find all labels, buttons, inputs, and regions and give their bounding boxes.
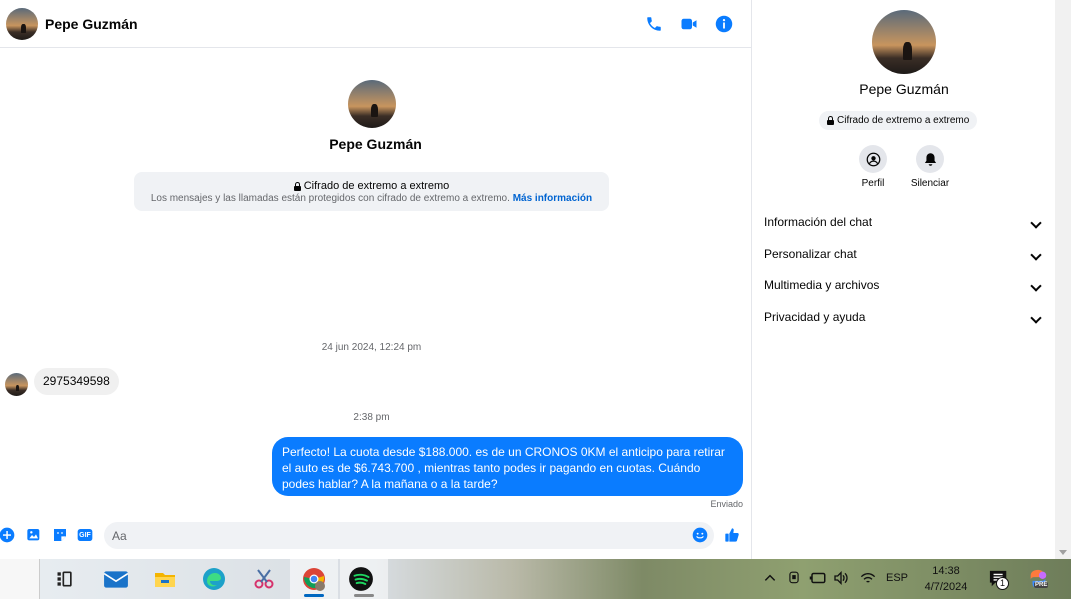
- gif-icon[interactable]: GIF: [76, 526, 94, 544]
- image-icon[interactable]: [25, 526, 43, 544]
- chevron-down-icon: [1030, 312, 1042, 324]
- profile-label: Perfil: [861, 178, 885, 189]
- contact-avatar[interactable]: [6, 8, 38, 40]
- panel-contact-name: Pepe Guzmán: [859, 81, 949, 97]
- chevron-down-icon: [1030, 249, 1042, 261]
- encryption-badge: Cifrado de extremo a extremo: [819, 111, 978, 130]
- lock-icon: [827, 116, 834, 125]
- conversation-details-panel: Pepe Guzmán Cifrado de extremo a extremo…: [751, 0, 1055, 559]
- copilot-icon[interactable]: PRE: [1027, 568, 1049, 593]
- battery-icon[interactable]: [809, 571, 827, 588]
- chrome-icon[interactable]: [300, 565, 328, 593]
- chevron-down-icon: [1030, 280, 1042, 292]
- message-input[interactable]: [104, 522, 714, 549]
- lock-icon: [293, 182, 301, 191]
- scroll-down-arrow[interactable]: [1059, 550, 1067, 555]
- bell-icon: [916, 145, 944, 173]
- encryption-title: Cifrado de extremo a extremo: [134, 180, 609, 192]
- chevron-down-icon: [1030, 217, 1042, 229]
- emoji-icon[interactable]: [691, 526, 709, 544]
- spotify-icon[interactable]: [347, 565, 375, 593]
- chat-header: Pepe Guzmán: [0, 0, 751, 48]
- system-clock[interactable]: 14:38 4/7/2024: [918, 563, 974, 595]
- contact-name[interactable]: Pepe Guzmán: [45, 16, 138, 32]
- page-scrollbar[interactable]: [1055, 0, 1071, 559]
- profile-icon: [859, 145, 887, 173]
- file-explorer-icon[interactable]: [151, 565, 179, 593]
- active-underline: [304, 594, 324, 597]
- thumbs-up-icon[interactable]: [723, 526, 741, 544]
- more-info-link[interactable]: Más información: [513, 193, 592, 204]
- language-indicator[interactable]: ESP: [886, 572, 908, 584]
- video-camera-icon[interactable]: [677, 12, 701, 36]
- speaker-icon[interactable]: [832, 570, 850, 589]
- message-timestamp: 2:38 pm: [353, 412, 390, 423]
- contact-avatar-large[interactable]: [348, 80, 396, 128]
- windows-taskbar: ESP 14:38 4/7/2024 1 PRE: [0, 559, 1071, 599]
- info-icon[interactable]: [712, 12, 736, 36]
- encryption-description: Los mensajes y las llamadas están proteg…: [150, 193, 593, 204]
- sticker-icon[interactable]: [51, 526, 69, 544]
- message-status: Enviado: [710, 499, 743, 509]
- sent-message[interactable]: Perfecto! La cuota desde $188.000. es de…: [272, 437, 743, 496]
- section-media-files[interactable]: Multimedia y archivos: [764, 278, 1044, 298]
- received-message[interactable]: 2975349598: [34, 368, 119, 395]
- phone-icon[interactable]: [642, 12, 666, 36]
- chevron-up-icon[interactable]: [763, 571, 777, 588]
- sender-avatar[interactable]: [5, 373, 28, 396]
- chat-area: Pepe Guzmán Pepe Guzmán Cifrado de extre…: [0, 0, 751, 559]
- notification-count: 1: [996, 577, 1009, 590]
- message-composer: GIF: [0, 518, 751, 554]
- copilot-badge: PRE: [1034, 582, 1049, 588]
- gif-label: GIF: [79, 531, 91, 539]
- section-chat-info[interactable]: Información del chat: [764, 215, 1044, 235]
- meet-now-icon[interactable]: [787, 570, 801, 589]
- open-underline: [354, 594, 374, 597]
- contact-name-large: Pepe Guzmán: [329, 136, 422, 152]
- panel-contact-avatar[interactable]: [872, 10, 936, 74]
- edge-icon[interactable]: [200, 565, 228, 593]
- mute-label: Silenciar: [910, 178, 950, 189]
- section-privacy-help[interactable]: Privacidad y ayuda: [764, 310, 1044, 330]
- taskbar-search-area[interactable]: [0, 559, 40, 599]
- mail-icon[interactable]: [102, 565, 130, 593]
- task-view-icon[interactable]: [51, 565, 79, 593]
- wifi-icon[interactable]: [860, 571, 876, 588]
- section-customize-chat[interactable]: Personalizar chat: [764, 247, 1044, 267]
- message-timestamp: 24 jun 2024, 12:24 pm: [321, 342, 422, 353]
- clock-date: 4/7/2024: [924, 581, 968, 593]
- snipping-tool-icon[interactable]: [250, 565, 278, 593]
- encryption-notice: Cifrado de extremo a extremo Los mensaje…: [134, 172, 609, 211]
- plus-icon[interactable]: [0, 526, 16, 544]
- mute-button[interactable]: Silenciar: [900, 145, 960, 189]
- profile-button[interactable]: Perfil: [843, 145, 903, 189]
- notifications-icon[interactable]: 1: [988, 569, 1010, 592]
- clock-time: 14:38: [932, 565, 960, 577]
